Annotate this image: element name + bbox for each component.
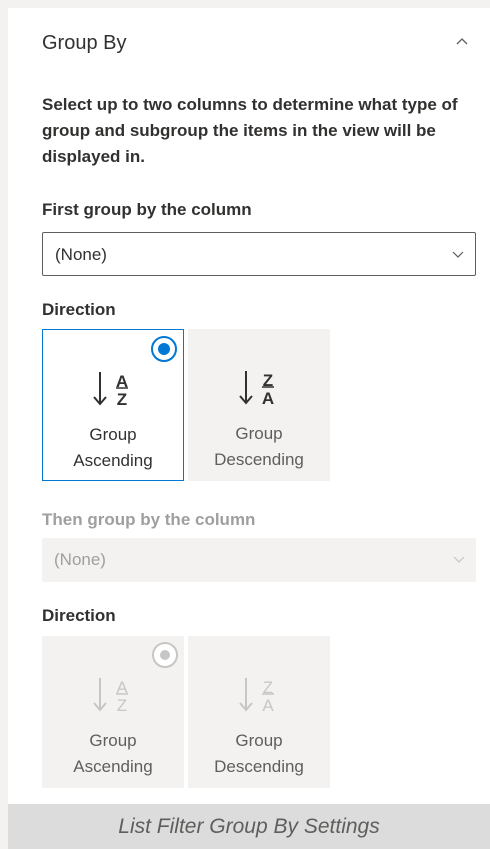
section-title: Group By (42, 32, 127, 54)
second-group-select-value: (None) (54, 550, 106, 569)
descending-option-label: Group Descending (214, 424, 304, 469)
sort-ascending-icon: A Z (43, 366, 183, 410)
group-by-description: Select up to two columns to determine wh… (42, 95, 458, 166)
second-direction-label: Direction (42, 606, 116, 625)
chevron-down-icon (452, 251, 464, 258)
svg-text:A: A (262, 389, 274, 408)
first-group-select[interactable]: (None) (42, 232, 476, 276)
first-group-ascending-option[interactable]: A Z Group Ascending (42, 329, 184, 481)
chevron-down-icon (453, 556, 465, 563)
radio-selected-icon[interactable] (151, 336, 177, 362)
group-by-header[interactable]: Group By (8, 8, 490, 78)
second-group-label: Then group by the column (42, 510, 256, 529)
group-by-panel: Group By Select up to two columns to det… (8, 8, 490, 804)
first-group-select-value: (None) (55, 245, 107, 264)
radio-disabled-icon[interactable] (152, 642, 178, 668)
second-group-select[interactable]: (None) (42, 538, 476, 582)
sort-descending-icon: Z A (188, 365, 330, 409)
ascending-option-label: Group Ascending (73, 425, 153, 470)
descending-option-label: Group Descending (214, 731, 304, 776)
figure-caption: List Filter Group By Settings (8, 804, 490, 849)
first-group-label: First group by the column (42, 200, 252, 219)
second-group-descending-option[interactable]: Z A Group Descending (188, 636, 330, 788)
svg-text:Z: Z (117, 390, 127, 409)
sort-descending-icon: Z A (188, 672, 330, 716)
first-group-descending-option[interactable]: Z A Group Descending (188, 329, 330, 481)
second-group-ascending-option[interactable]: A Z Group Ascending (42, 636, 184, 788)
sort-ascending-icon: A Z (42, 672, 184, 716)
svg-text:Z: Z (117, 696, 127, 715)
ascending-option-label: Group Ascending (73, 731, 153, 776)
first-direction-label: Direction (42, 300, 116, 319)
chevron-up-icon[interactable] (455, 35, 469, 49)
svg-text:A: A (262, 696, 274, 715)
